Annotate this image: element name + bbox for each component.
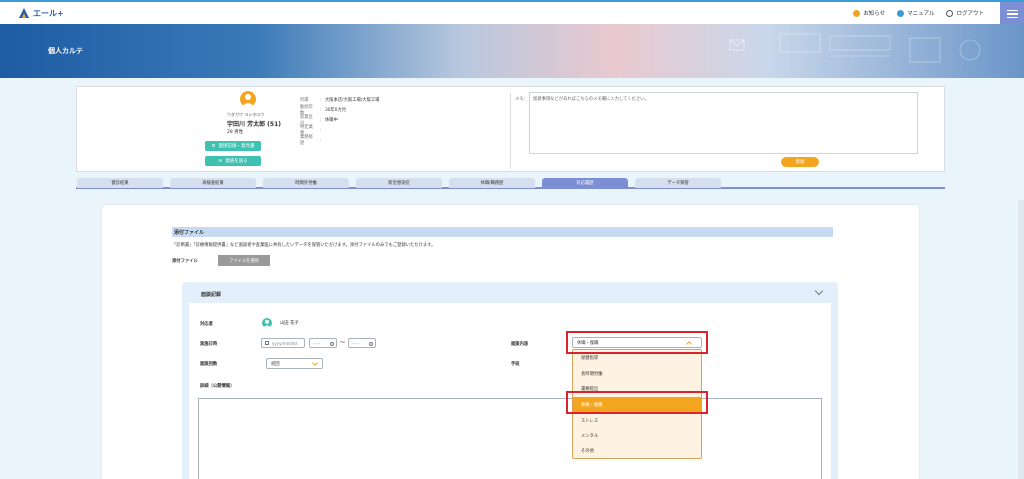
start-time-input[interactable]: --:-- (309, 338, 337, 348)
responder-label: 対応者 (200, 322, 213, 327)
logout-label: ログアウト (956, 11, 984, 17)
info-value: 30年0カ月 (325, 108, 347, 113)
highlight-frame (566, 391, 708, 414)
interview-record-label: 面接記録・意見書 (218, 144, 255, 149)
date-input[interactable]: yyyy/mm/dd (261, 338, 305, 348)
profile-info-list: 所属 : 大阪本店/大阪工場/大阪工場 勤続年数 : 30年0カ月 就業区分 :… (300, 95, 380, 147)
app-logo[interactable]: エール+ (18, 7, 64, 19)
hamburger-menu-button[interactable] (1000, 2, 1024, 26)
end-time-placeholder: --:-- (352, 340, 360, 346)
page-title: 個人カルテ (48, 47, 83, 55)
responder-name: 山田 花子 (280, 321, 299, 326)
send-contact-label: 連絡を送る (225, 159, 248, 164)
count-value: 初回 (271, 361, 280, 367)
dropdown-option[interactable]: 長時間労働 (573, 366, 701, 382)
profile-card: ウダガワ ヨシタロウ 宇田川 芳太郎 (51) 28 男性 ⚙ 面接記録・意見書… (76, 86, 945, 172)
tab-response-history[interactable]: 対応履歴 (542, 178, 628, 188)
method-label: 手段 (511, 362, 520, 367)
profile-kana: ウダガワ ヨシタロウ (227, 112, 265, 117)
start-time-placeholder: --:-- (313, 340, 321, 346)
manual-link[interactable]: マニュアル (897, 9, 934, 17)
mail-icon: ✉ (218, 158, 223, 164)
logo-text: エール+ (33, 8, 64, 18)
clock-icon (330, 341, 334, 346)
count-label: 面談回数 (200, 362, 218, 367)
calendar-icon (265, 341, 269, 345)
tab-bar: 健診結果 再検査結果 時間外労働 新型感染症 休職/職務歴 対応履歴 データ保管 (76, 178, 945, 189)
gear-icon: ⚙ (211, 143, 216, 149)
profile-age-sex: 28 男性 (227, 130, 244, 135)
highlight-frame (566, 331, 708, 354)
memo-textarea[interactable]: 留意事項などがあればこちらのメモ欄に入力してください。 (529, 92, 918, 154)
notifications-label: お知らせ (863, 11, 886, 17)
tab-data-storage[interactable]: データ保管 (635, 178, 721, 188)
dropdown-option[interactable]: ストレス (573, 413, 701, 429)
tab-overtime[interactable]: 時間外労働 (263, 178, 349, 188)
info-row: 業務経歴 : (300, 135, 322, 146)
tab-infection[interactable]: 新型感染症 (356, 178, 442, 188)
clock-icon (369, 341, 373, 346)
tab-health-check[interactable]: 健診結果 (77, 178, 163, 188)
info-value: 休職中 (325, 118, 338, 123)
tab-recheck[interactable]: 再検査結果 (170, 178, 256, 188)
count-select[interactable]: 初回 (266, 358, 323, 369)
choose-file-button[interactable]: ファイルを選択 (218, 255, 270, 266)
scrollbar[interactable] (1018, 200, 1024, 479)
memo-label: メモ： (515, 97, 528, 102)
chevron-down-icon (312, 360, 318, 366)
detail-textarea[interactable] (198, 398, 822, 479)
attach-label: 添付ファイル (172, 259, 198, 264)
info-value: 大阪本店/大阪工場/大阪工場 (325, 98, 380, 103)
content-label: 面談内容 (511, 342, 529, 347)
responder-avatar-icon (262, 318, 272, 328)
range-separator: ～ (340, 340, 346, 346)
attach-section-title: 添付ファイル (172, 227, 833, 237)
date-label: 実施日時 (200, 342, 218, 347)
record-title: 面談記録 (201, 292, 222, 298)
logout-link[interactable]: ログアウト (946, 9, 984, 17)
send-contact-button[interactable]: ✉ 連絡を送る (205, 156, 261, 166)
user-avatar-icon (240, 91, 256, 107)
dropdown-option[interactable]: メンタル (573, 428, 701, 444)
end-time-input[interactable]: --:-- (348, 338, 376, 348)
info-label: 業務経歴 (300, 135, 313, 146)
hero-banner: 個人カルテ (0, 24, 1024, 78)
dropdown-option[interactable]: その他 (573, 443, 701, 459)
memo-save-button[interactable]: 登録 (781, 157, 819, 167)
date-placeholder: yyyy/mm/dd (272, 340, 298, 346)
bell-icon (853, 9, 861, 17)
power-icon (946, 9, 954, 17)
attach-description: 「診断書」「診療情報提供書」など面談者や産業医に共有したいデータを保管いただけま… (172, 243, 436, 248)
logo-icon (19, 8, 29, 18)
divider (510, 93, 511, 169)
top-bar: エール+ お知らせ マニュアル ログアウト (0, 0, 1024, 26)
notifications-link[interactable]: お知らせ (853, 9, 885, 17)
manual-label: マニュアル (907, 11, 935, 17)
detail-label: 詳細（公開情報） (200, 384, 235, 389)
info-label: 所属 (300, 98, 309, 103)
help-icon (897, 9, 905, 17)
profile-name: 宇田川 芳太郎 (51) (227, 121, 282, 128)
banner-decoration (729, 33, 981, 63)
tab-leave-history[interactable]: 休職/職務歴 (449, 178, 535, 188)
interview-record-button[interactable]: ⚙ 面接記録・意見書 (205, 141, 261, 151)
